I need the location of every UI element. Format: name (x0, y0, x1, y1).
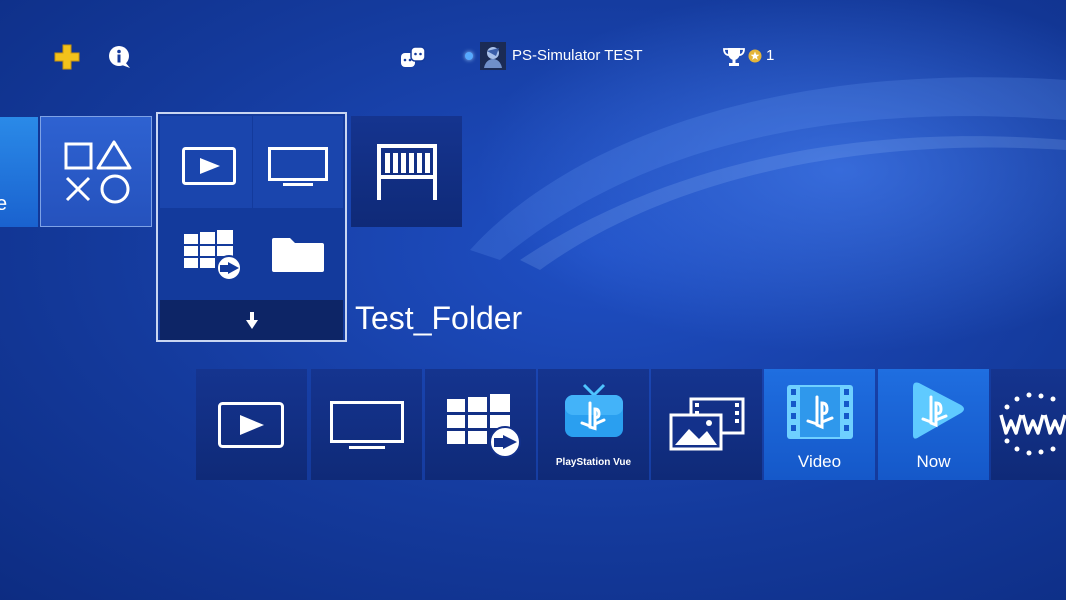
play-icon (182, 147, 236, 185)
star-icon (748, 49, 762, 63)
tv-icon (330, 401, 404, 449)
shelf-tile[interactable] (351, 116, 462, 227)
ps-play-icon (913, 382, 964, 439)
avatar[interactable] (480, 42, 506, 70)
tv-icon (268, 147, 328, 186)
folder-icon (272, 238, 324, 272)
folder-item-folder[interactable] (253, 210, 343, 298)
info-icon[interactable] (108, 45, 132, 69)
grid-share-icon (447, 394, 521, 458)
www-icon (999, 392, 1066, 456)
grid-share-icon (184, 230, 242, 280)
ps-tv-icon (565, 383, 623, 437)
ps-film-icon (787, 385, 853, 439)
tile-play[interactable] (196, 369, 307, 480)
arrow-down-icon (246, 312, 258, 329)
tile-video[interactable]: Video (764, 369, 875, 480)
tile-label-playstation-vue: PlayStation Vue (555, 457, 632, 468)
tile-gallery[interactable] (651, 369, 762, 480)
play-icon (218, 402, 284, 448)
shelf-icon (377, 144, 437, 200)
plus-icon[interactable] (54, 44, 80, 70)
user-name[interactable]: PS-Simulator TEST (512, 47, 643, 64)
folder-expand-bar[interactable] (160, 300, 343, 340)
library-tile[interactable] (40, 116, 152, 227)
tile-label-now: Now (916, 452, 951, 471)
folder-item-grid-share[interactable] (160, 210, 252, 298)
tile-browser[interactable] (991, 369, 1066, 480)
trophy-icon[interactable] (723, 46, 745, 68)
folder-title: Test_Folder (355, 300, 523, 336)
shapes-icon (64, 140, 132, 204)
folder-item-play[interactable] (160, 116, 252, 208)
header-bar: PS-Simulator TEST 1 (0, 30, 1066, 80)
online-dot (465, 52, 473, 60)
tile-tv[interactable] (311, 369, 422, 480)
tile-playstation-vue[interactable]: PlayStation Vue (538, 369, 649, 480)
folder-item-tv[interactable] (253, 116, 343, 208)
partial-tile-label: e (0, 193, 8, 215)
tile-grid-share[interactable] (425, 369, 536, 480)
partial-tile[interactable]: e (0, 117, 38, 227)
photo-film-icon (669, 397, 745, 451)
tile-now[interactable]: Now (878, 369, 989, 480)
friends-icon[interactable] (400, 45, 426, 69)
test-folder-tile[interactable] (156, 112, 347, 342)
tile-label-video: Video (797, 452, 842, 471)
trophy-count: 1 (766, 47, 775, 64)
